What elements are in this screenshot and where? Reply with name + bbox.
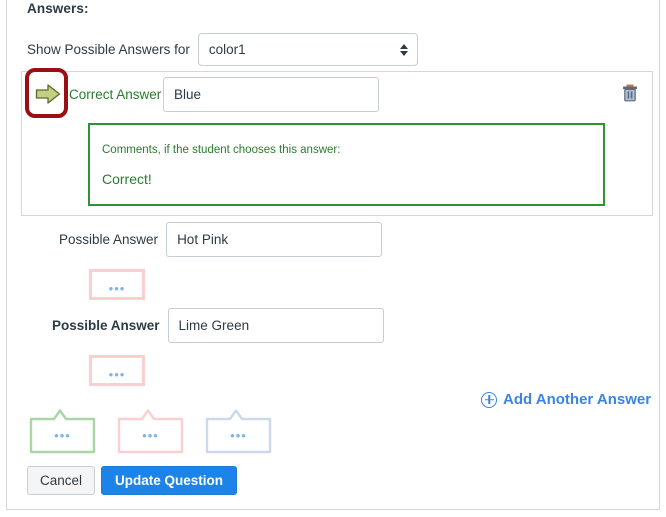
ellipsis-dots: ••• <box>108 367 126 382</box>
possible-answer-comment-stub-1[interactable]: ••• <box>89 269 145 300</box>
chevron-up-icon <box>399 43 408 49</box>
correct-answer-input[interactable] <box>163 77 379 112</box>
possible-answer-label-2: Possible Answer <box>52 318 160 333</box>
ellipsis-dots: ••• <box>54 428 71 443</box>
possible-answer-row-2: Possible Answer <box>52 308 384 343</box>
answer-comment-callout-2[interactable]: ••• <box>117 408 184 454</box>
update-question-button[interactable]: Update Question <box>101 466 238 495</box>
show-possible-answers-row: Show Possible Answers for color1 <box>27 33 418 66</box>
ellipsis-dots: ••• <box>108 281 126 296</box>
ellipsis-dots: ••• <box>230 428 247 443</box>
answer-comment-callout-3[interactable]: ••• <box>205 408 272 454</box>
plus-circle-icon <box>481 391 497 408</box>
comments-prompt-label: Comments, if the student chooses this an… <box>102 144 341 156</box>
question-container: Answers: Show Possible Answers for color… <box>6 0 660 510</box>
green-right-arrow-icon[interactable] <box>35 83 61 105</box>
add-another-answer-label: Add Another Answer <box>503 391 652 408</box>
correct-answer-header: Correct Answer <box>22 72 652 118</box>
possible-answer-label-1: Possible Answer <box>59 232 159 247</box>
possible-answer-input-2[interactable] <box>167 308 384 343</box>
possible-answer-input-1[interactable] <box>166 222 383 257</box>
select-stepper-arrows-icon <box>399 43 408 56</box>
correct-answer-label: Correct Answer <box>69 87 162 102</box>
correct-answer-comments-box[interactable]: Comments, if the student chooses this an… <box>88 123 605 206</box>
answers-heading: Answers: <box>27 1 89 16</box>
ellipsis-dots: ••• <box>142 428 159 443</box>
correct-answer-block: Correct Answer Comments, if the student … <box>21 71 653 216</box>
answer-variable-select-value: color1 <box>208 42 246 57</box>
add-another-answer-link[interactable]: Add Another Answer <box>481 391 651 408</box>
comments-body-text: Correct! <box>102 171 152 187</box>
answer-comment-callout-1[interactable]: ••• <box>29 408 96 454</box>
chevron-down-icon <box>399 50 408 56</box>
trash-icon[interactable] <box>622 84 638 102</box>
form-actions: Cancel Update Question <box>27 466 238 495</box>
quiz-answers-panel: Answers: Show Possible Answers for color… <box>0 0 666 517</box>
show-possible-answers-label: Show Possible Answers for <box>27 42 190 57</box>
cancel-button[interactable]: Cancel <box>27 466 96 495</box>
answer-variable-select[interactable]: color1 <box>197 33 418 66</box>
possible-answer-row-1: Possible Answer <box>59 222 383 257</box>
possible-answer-comment-stub-2[interactable]: ••• <box>89 355 145 386</box>
